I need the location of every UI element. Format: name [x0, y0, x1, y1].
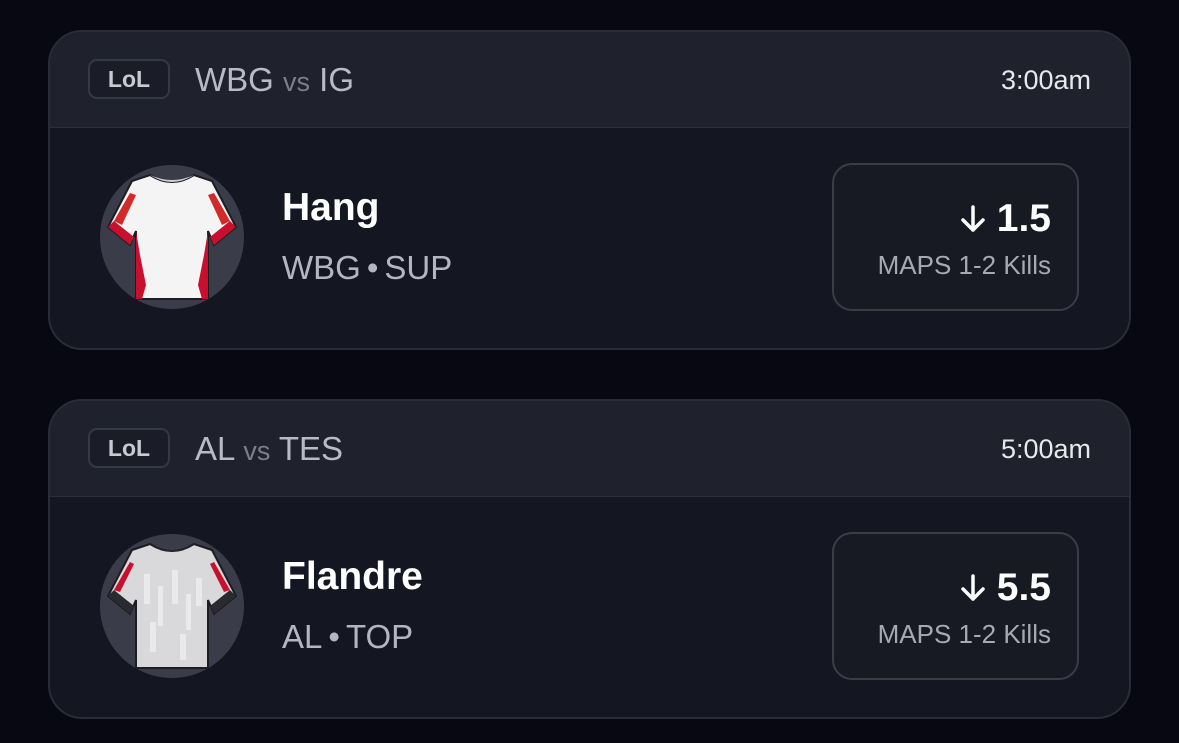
player-meta: WBG • SUP	[282, 247, 452, 289]
player-team: AL	[282, 618, 323, 655]
prop-line: 5.5	[959, 566, 1051, 610]
game-time: 3:00am	[1000, 65, 1091, 95]
vs-label: vs	[243, 436, 271, 466]
player-position: TOP	[345, 618, 414, 655]
player-avatar	[100, 534, 244, 678]
league-badge: LoL	[88, 59, 170, 99]
player-name: Hang	[282, 186, 380, 229]
separator-dot: •	[366, 249, 379, 286]
matchup: AL vs TES	[195, 429, 343, 471]
vs-label: vs	[283, 67, 310, 97]
player-position: SUP	[384, 249, 453, 286]
team-a: AL	[195, 430, 235, 467]
prop-line: 1.5	[959, 197, 1051, 241]
prop-stat-label: MAPS 1-2 Kills	[877, 619, 1051, 649]
projection-card[interactable]: LoL AL vs TES 5:00am Flandre AL • TOP 5.…	[48, 399, 1131, 719]
team-a: WBG	[195, 61, 274, 98]
arrow-down-icon	[961, 574, 985, 601]
arrow-down-icon	[961, 205, 985, 232]
player-team: WBG	[282, 249, 361, 286]
player-name: Flandre	[282, 555, 423, 598]
card-header: LoL WBG vs IG 3:00am	[50, 32, 1129, 128]
card-header: LoL AL vs TES 5:00am	[50, 401, 1129, 497]
player-avatar	[100, 165, 244, 309]
team-b: TES	[278, 430, 344, 467]
jersey-red-white-icon	[100, 165, 244, 309]
league-badge: LoL	[88, 428, 170, 468]
matchup: WBG vs IG	[195, 60, 354, 102]
prop-line-value: 1.5	[996, 197, 1051, 240]
team-b: IG	[319, 61, 355, 98]
player-meta: AL • TOP	[282, 616, 413, 658]
game-time: 5:00am	[1000, 434, 1091, 464]
prop-stat-label: MAPS 1-2 Kills	[877, 250, 1051, 280]
prop-line-value: 5.5	[996, 566, 1051, 609]
separator-dot: •	[328, 618, 340, 655]
prop-line-button[interactable]: 5.5 MAPS 1-2 Kills	[832, 532, 1079, 680]
projection-card[interactable]: LoL WBG vs IG 3:00am Hang WBG • SUP 1.5 …	[48, 30, 1131, 350]
jersey-grey-pattern-icon	[100, 534, 244, 678]
prop-line-button[interactable]: 1.5 MAPS 1-2 Kills	[832, 163, 1079, 311]
